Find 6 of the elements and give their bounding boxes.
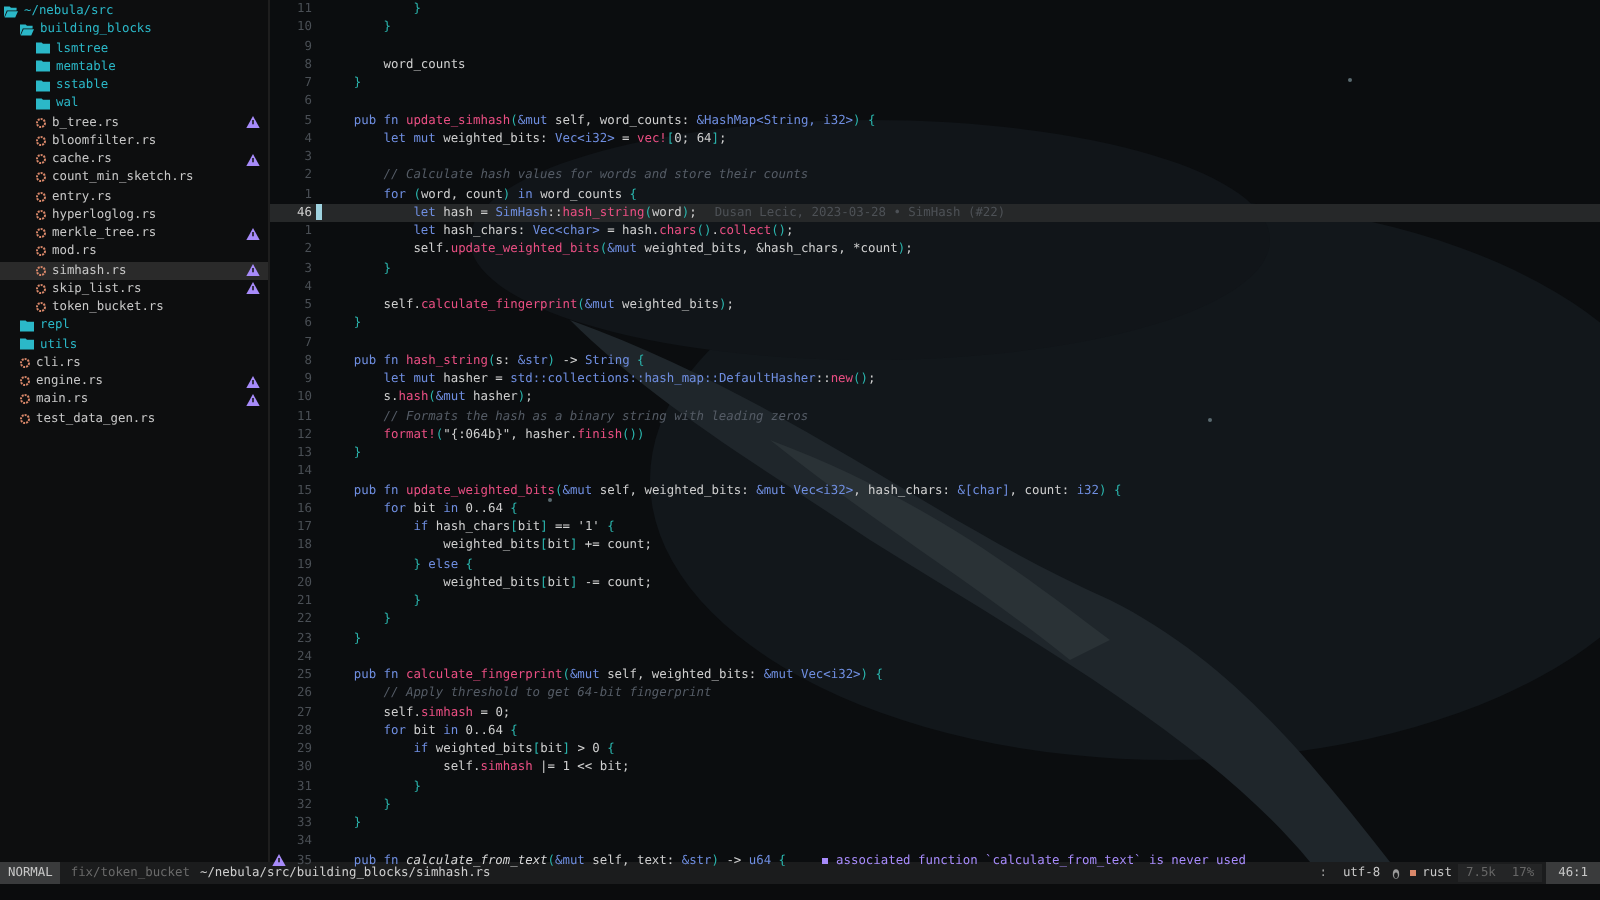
open-folder-icon xyxy=(4,5,18,18)
cursor xyxy=(315,204,321,221)
square-icon xyxy=(822,857,829,864)
penguin-icon xyxy=(1392,867,1401,879)
square-icon xyxy=(1410,870,1417,876)
open-folder-icon xyxy=(20,23,34,36)
